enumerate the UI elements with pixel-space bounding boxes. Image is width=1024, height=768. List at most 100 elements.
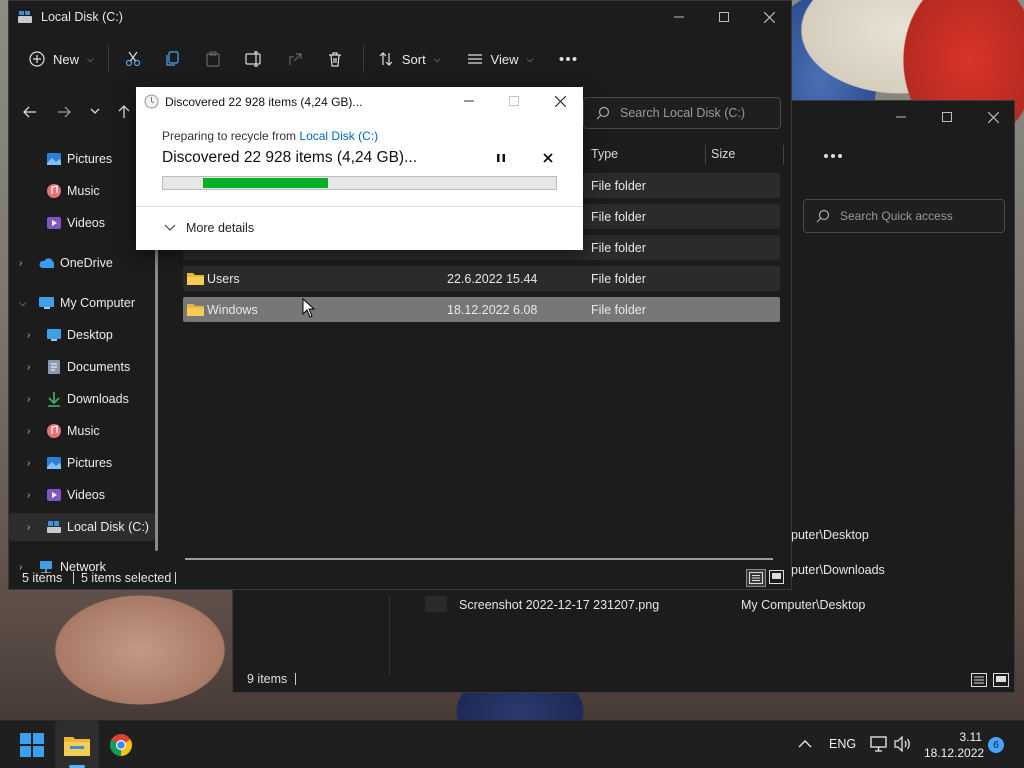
sidebar-item-music[interactable]: › Music xyxy=(9,417,155,445)
sidebar-item-videos[interactable]: › Videos xyxy=(9,481,155,509)
window-title: Local Disk (C:) xyxy=(41,10,123,24)
show-hidden-icons-button[interactable] xyxy=(798,739,812,749)
start-button[interactable] xyxy=(10,721,54,768)
chevron-down-icon: ⌵ xyxy=(526,53,534,64)
more-details-button[interactable]: More details xyxy=(164,221,254,235)
column-header-size[interactable]: Size xyxy=(711,147,735,161)
progress-bar xyxy=(162,176,557,190)
new-button[interactable]: New ⌵ xyxy=(21,43,102,75)
paste-icon xyxy=(206,51,220,67)
view-icon xyxy=(467,54,482,64)
view-button[interactable]: View ⌵ xyxy=(459,43,542,75)
cancel-button[interactable] xyxy=(541,151,555,165)
details-view-button[interactable] xyxy=(746,569,766,587)
recent-file-name[interactable]: Screenshot 2022-12-17 231207.png xyxy=(459,598,659,612)
search-input[interactable]: Search Local Disk (C:) xyxy=(583,97,781,129)
search-input[interactable]: Search Quick access xyxy=(803,199,1005,233)
sidebar-item-my-computer[interactable]: ⌵ My Computer xyxy=(9,289,155,317)
see-more-button[interactable] xyxy=(551,43,585,75)
file-explorer-icon xyxy=(64,737,90,756)
sidebar-item-documents[interactable]: › Documents xyxy=(9,353,155,381)
back-button[interactable] xyxy=(23,105,37,119)
image-file-icon xyxy=(425,596,447,612)
column-headers: Type Size xyxy=(583,139,793,169)
maximize-button xyxy=(491,87,537,115)
selected-count: 5 items selected xyxy=(81,571,172,585)
language-indicator[interactable]: ENG xyxy=(829,737,856,751)
forward-button[interactable] xyxy=(57,105,71,119)
delete-progress-dialog[interactable]: Discovered 22 928 items (4,24 GB)... Pre… xyxy=(136,87,583,250)
delete-button[interactable] xyxy=(313,43,357,75)
sidebar-item-desktop[interactable]: › Desktop xyxy=(9,321,155,349)
close-button[interactable] xyxy=(970,101,1016,133)
clock[interactable]: 3.11 18.12.2022 xyxy=(924,729,984,761)
sidebar-item-label: OneDrive xyxy=(60,256,113,270)
copy-icon xyxy=(166,51,179,66)
pause-button[interactable] xyxy=(494,151,508,165)
horizontal-scrollbar[interactable] xyxy=(185,558,773,560)
paste-button[interactable] xyxy=(195,43,231,75)
copy-button[interactable] xyxy=(151,43,195,75)
more-options-button[interactable] xyxy=(823,153,843,159)
file-explorer-taskbar-button[interactable] xyxy=(55,721,99,768)
share-button[interactable] xyxy=(277,43,313,75)
sidebar-item-local-disk[interactable]: › Local Disk (C:) xyxy=(9,513,155,541)
chevron-right-icon: › xyxy=(27,393,31,405)
notification-badge[interactable]: 6 xyxy=(988,737,1004,753)
chrome-icon xyxy=(110,734,132,756)
chevron-down-icon: ⌵ xyxy=(87,53,94,64)
file-name: Users xyxy=(207,272,240,286)
dialog-title: Discovered 22 928 items (4,24 GB)... xyxy=(165,95,363,109)
recent-locations-button[interactable] xyxy=(90,107,100,115)
toolbar-separator xyxy=(107,45,109,73)
close-button[interactable] xyxy=(537,87,583,115)
minimize-button[interactable] xyxy=(878,101,924,133)
file-type: File folder xyxy=(591,272,646,286)
sidebar-item-label: Videos xyxy=(67,216,105,230)
status-separator xyxy=(295,673,297,685)
pictures-icon xyxy=(47,457,61,469)
volume-button[interactable] xyxy=(894,736,912,752)
minimize-icon xyxy=(674,16,684,18)
new-label: New xyxy=(53,51,80,67)
command-bar: New ⌵ Sort ⌵ View ⌵ xyxy=(9,37,791,81)
maximize-button[interactable] xyxy=(924,101,970,133)
search-placeholder: Search Quick access xyxy=(840,209,953,223)
sidebar-item-label: Pictures xyxy=(67,456,113,470)
close-button[interactable] xyxy=(746,1,792,33)
sidebar-item-music[interactable]: Music xyxy=(9,177,155,205)
up-button[interactable] xyxy=(117,105,131,119)
details-view-icon xyxy=(749,572,763,584)
view-label: View xyxy=(490,51,519,67)
recent-location: puter\Downloads xyxy=(791,563,885,577)
cut-button[interactable] xyxy=(115,43,151,75)
column-divider[interactable] xyxy=(783,145,784,165)
chrome-taskbar-button[interactable] xyxy=(99,721,143,768)
column-divider[interactable] xyxy=(705,145,706,165)
tiles-view-button[interactable] xyxy=(993,673,1009,687)
chevron-right-icon: › xyxy=(27,521,31,533)
details-view-button[interactable] xyxy=(971,673,987,687)
minimize-button[interactable] xyxy=(446,87,492,115)
network-status-button[interactable] xyxy=(870,736,888,752)
sidebar-item-onedrive[interactable]: › OneDrive xyxy=(9,249,155,277)
more-icon xyxy=(559,57,577,61)
pictures-icon xyxy=(47,153,61,165)
source-link[interactable]: Local Disk (C:) xyxy=(299,129,378,143)
sidebar-item-videos[interactable]: Videos xyxy=(9,209,155,237)
file-row[interactable]: Users 22.6.2022 15.44 File folder xyxy=(183,266,780,291)
rename-button[interactable] xyxy=(231,43,277,75)
maximize-button[interactable] xyxy=(701,1,747,33)
sort-button[interactable]: Sort ⌵ xyxy=(370,43,449,75)
sidebar-item-pictures[interactable]: Pictures xyxy=(9,145,155,173)
sidebar-item-downloads[interactable]: › Downloads xyxy=(9,385,155,413)
downloads-icon xyxy=(48,392,60,407)
file-row[interactable]: Windows 18.12.2022 6.08 File folder xyxy=(183,297,780,322)
column-header-type[interactable]: Type xyxy=(591,147,618,161)
arrow-right-icon xyxy=(58,106,71,118)
sidebar-item-pictures[interactable]: › Pictures xyxy=(9,449,155,477)
onedrive-icon xyxy=(39,258,54,268)
minimize-button[interactable] xyxy=(656,1,702,33)
tiles-view-button[interactable] xyxy=(769,570,784,584)
sidebar-item-label: Documents xyxy=(67,360,131,374)
